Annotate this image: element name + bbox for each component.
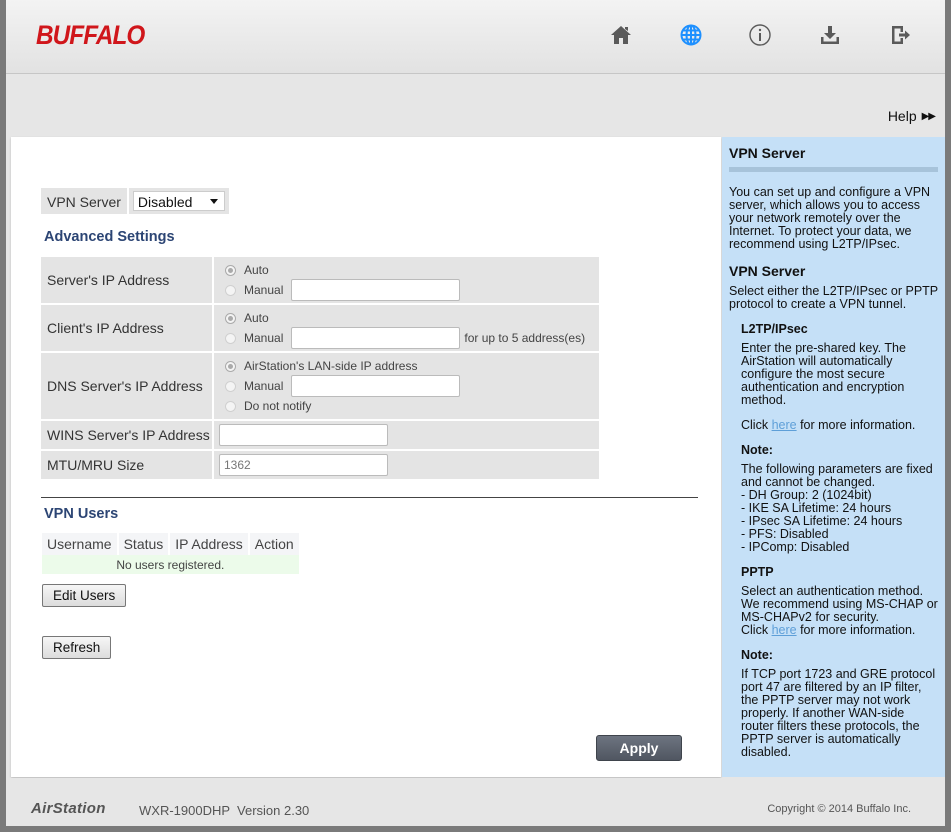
help-pptp-note-title: Note: <box>741 648 773 662</box>
vpn-users-table: Username Status IP Address Action No use… <box>42 533 299 574</box>
dns-lan-label: AirStation's LAN-side IP address <box>244 359 418 373</box>
vpn-server-row: VPN Server Disabled <box>41 188 229 214</box>
server-ip-manual-radio[interactable] <box>225 284 236 296</box>
server-ip-label: Server's IP Address <box>41 255 214 305</box>
dns-ip-input[interactable] <box>291 375 461 397</box>
dns-manual-radio[interactable] <box>225 380 236 392</box>
airstation-logo: AirStation <box>31 800 106 817</box>
client-ip-manual-radio[interactable] <box>225 332 236 344</box>
vpn-server-label: VPN Server <box>41 188 129 214</box>
help-l2tp-section: L2TP/IPsec Enter the pre-shared key. The… <box>729 323 938 759</box>
mtu-row: MTU/MRU Size <box>41 449 599 481</box>
dns-none-label: Do not notify <box>244 399 312 413</box>
col-ip-address: IP Address <box>169 533 250 555</box>
double-arrow-right-icon: ▶▶ <box>921 110 936 122</box>
help-pane: VPN Server You can set up and configure … <box>722 137 945 777</box>
client-ip-manual-label: Manual <box>244 331 284 345</box>
col-action: Action <box>248 533 299 555</box>
client-ip-row: Client's IP Address Auto Manual for up t… <box>41 303 599 353</box>
mtu-label: MTU/MRU Size <box>41 449 214 481</box>
client-ip-label: Client's IP Address <box>41 303 214 353</box>
info-icon[interactable] <box>747 22 773 48</box>
dns-none-radio[interactable] <box>225 400 236 412</box>
help-l2tp-params: - DH Group: 2 (1024bit) - IKE SA Lifetim… <box>741 489 938 554</box>
server-ip-auto-radio[interactable] <box>225 264 236 276</box>
vpn-server-select[interactable]: Disabled <box>132 191 225 211</box>
help-label: Help <box>887 108 917 124</box>
dns-ip-label: DNS Server's IP Address <box>41 351 214 421</box>
pptp-here-link[interactable]: here <box>772 623 797 637</box>
main-content: VPN Server Disabled Advanced Settings Se… <box>11 137 721 777</box>
logout-icon[interactable] <box>887 22 913 48</box>
client-ip-auto-label: Auto <box>244 311 269 325</box>
click-suffix: for more information. <box>796 623 916 637</box>
dns-lan-radio[interactable] <box>225 360 236 372</box>
wins-ip-label: WINS Server's IP Address <box>41 419 214 451</box>
download-icon[interactable] <box>817 22 843 48</box>
server-ip-auto-label: Auto <box>244 263 269 277</box>
help-pptp-note-text: If TCP port 1723 and GRE protocol port 4… <box>741 667 936 759</box>
vpn-users-title: VPN Users <box>44 506 119 522</box>
mtu-input[interactable] <box>219 454 388 476</box>
help-l2tp-note-title: Note: <box>741 443 773 457</box>
empty-users-message: No users registered. <box>42 555 299 574</box>
wins-ip-row: WINS Server's IP Address <box>41 419 599 451</box>
help-intro: You can set up and configure a VPN serve… <box>729 185 931 251</box>
help-toggle[interactable]: Help ▶▶ <box>887 108 936 124</box>
help-title: VPN Server <box>729 145 806 161</box>
help-select-text: Select either the L2TP/IPsec or PPTP pro… <box>729 284 938 311</box>
home-icon[interactable] <box>608 22 634 48</box>
advanced-settings-title: Advanced Settings <box>44 229 175 245</box>
apply-button[interactable]: Apply <box>596 735 682 761</box>
model-version: WXR-1900DHP Version 2.30 <box>139 803 310 818</box>
buffalo-logo: BUFFALO <box>36 20 145 50</box>
l2tp-here-link[interactable]: here <box>772 418 797 432</box>
dropdown-arrow-icon <box>209 199 218 204</box>
vpn-server-selected-value: Disabled <box>137 194 193 210</box>
client-ip-input[interactable] <box>291 327 461 349</box>
footer: AirStation WXR-1900DHP Version 2.30 Copy… <box>6 778 945 826</box>
sub-bar: Help ▶▶ <box>6 75 945 135</box>
dns-ip-row: DNS Server's IP Address AirStation's LAN… <box>41 351 599 421</box>
help-l2tp-note-text: The following parameters are fixed and c… <box>741 462 933 489</box>
server-ip-input[interactable] <box>291 279 461 301</box>
advanced-settings-table: Server's IP Address Auto Manual Client's… <box>41 255 599 481</box>
col-status: Status <box>117 533 171 555</box>
wins-ip-input[interactable] <box>219 424 388 446</box>
click-prefix: Click <box>741 623 772 637</box>
click-suffix: for more information. <box>796 418 916 432</box>
client-ip-auto-radio[interactable] <box>225 312 236 324</box>
section-divider <box>41 497 698 498</box>
help-title-bar <box>729 167 938 172</box>
col-username: Username <box>42 533 119 555</box>
globe-icon[interactable] <box>678 22 704 48</box>
dns-manual-label: Manual <box>244 379 284 393</box>
client-ip-note: for up to 5 address(es) <box>464 331 586 345</box>
help-l2tp-click: Click here for more information. <box>741 419 938 432</box>
click-prefix: Click <box>741 418 772 432</box>
help-l2tp-title: L2TP/IPsec <box>741 322 808 336</box>
copyright: Copyright © 2014 Buffalo Inc. <box>767 803 911 815</box>
help-l2tp-text: Enter the pre-shared key. The AirStation… <box>741 341 906 407</box>
server-ip-manual-label: Manual <box>244 283 284 297</box>
help-pptp-text: Select an authentication method. We reco… <box>741 584 938 624</box>
top-bar: BUFFALO <box>6 0 945 74</box>
help-pptp-title: PPTP <box>741 565 774 579</box>
help-subtitle: VPN Server <box>729 263 806 279</box>
edit-users-button[interactable]: Edit Users <box>42 584 127 607</box>
server-ip-row: Server's IP Address Auto Manual <box>41 255 599 305</box>
help-pptp-click: Click here for more information. <box>741 624 938 637</box>
router-admin-page: BUFFALO Help ▶▶ VPN Server Disabled Adva… <box>6 0 945 826</box>
refresh-button[interactable]: Refresh <box>42 636 112 659</box>
param-line: - IPComp: Disabled <box>741 540 850 554</box>
